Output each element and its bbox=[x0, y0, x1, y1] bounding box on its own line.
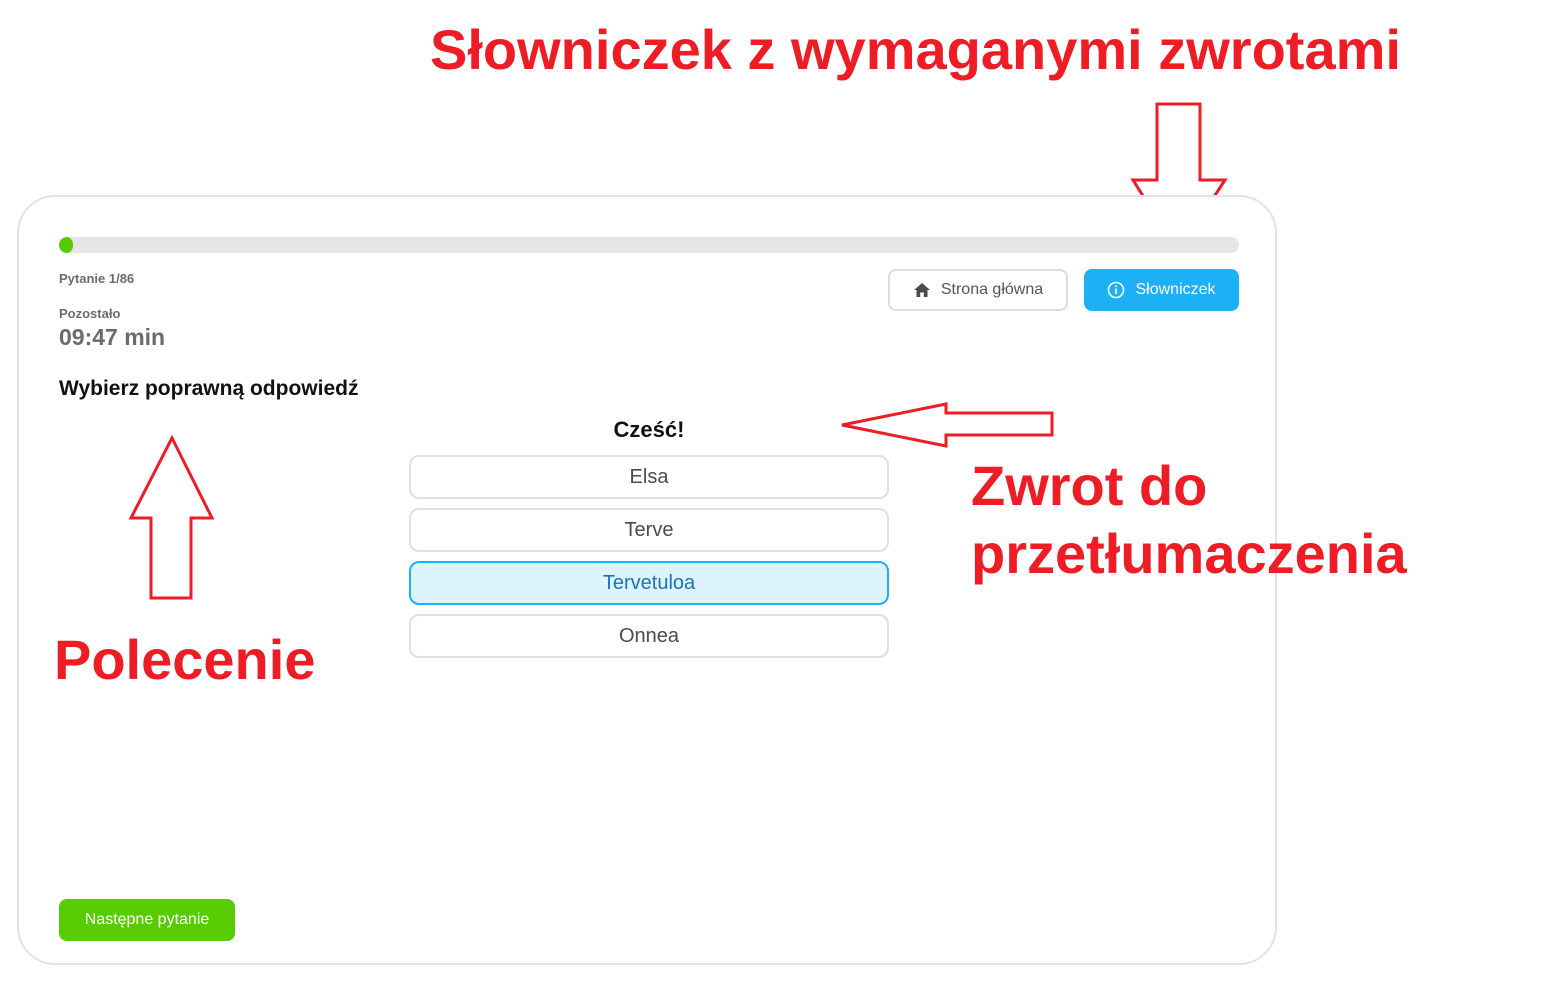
arrow-left-annotation bbox=[841, 402, 1054, 448]
annotation-prompt-note: Polecenie bbox=[54, 628, 316, 691]
glossary-button-label: Słowniczek bbox=[1135, 281, 1216, 298]
home-button[interactable]: Strona główna bbox=[888, 269, 1068, 311]
next-question-button[interactable]: Następne pytanie bbox=[59, 899, 235, 941]
timer: 09:47 min bbox=[59, 324, 166, 350]
glossary-button[interactable]: Słowniczek bbox=[1084, 269, 1239, 311]
answer-option[interactable]: Onnea bbox=[409, 614, 889, 658]
remaining-label: Pozostało bbox=[59, 306, 121, 321]
arrow-up-annotation bbox=[128, 434, 215, 600]
answer-option[interactable]: Terve bbox=[409, 508, 889, 552]
answer-options: Elsa Terve Tervetuloa Onnea bbox=[409, 455, 889, 667]
question-counter: Pytanie 1/86 bbox=[59, 271, 135, 286]
phrase-to-translate: Cześć! bbox=[613, 417, 685, 442]
home-icon bbox=[913, 282, 931, 298]
annotation-phrase-line2: przetłumaczenia bbox=[971, 522, 1407, 585]
answer-option[interactable]: Elsa bbox=[409, 455, 889, 499]
annotation-glossary-title: Słowniczek z wymaganymi zwrotami bbox=[430, 18, 1401, 81]
annotation-phrase-note: Zwrot do przetłumaczenia bbox=[971, 452, 1407, 588]
answer-option[interactable]: Tervetuloa bbox=[409, 561, 889, 605]
progress-bar bbox=[59, 237, 1239, 253]
annotation-phrase-line1: Zwrot do bbox=[971, 454, 1208, 517]
home-button-label: Strona główna bbox=[940, 281, 1044, 298]
instruction-text: Wybierz poprawną odpowiedź bbox=[59, 377, 359, 400]
info-icon bbox=[1107, 281, 1125, 299]
progress-fill bbox=[59, 237, 73, 253]
